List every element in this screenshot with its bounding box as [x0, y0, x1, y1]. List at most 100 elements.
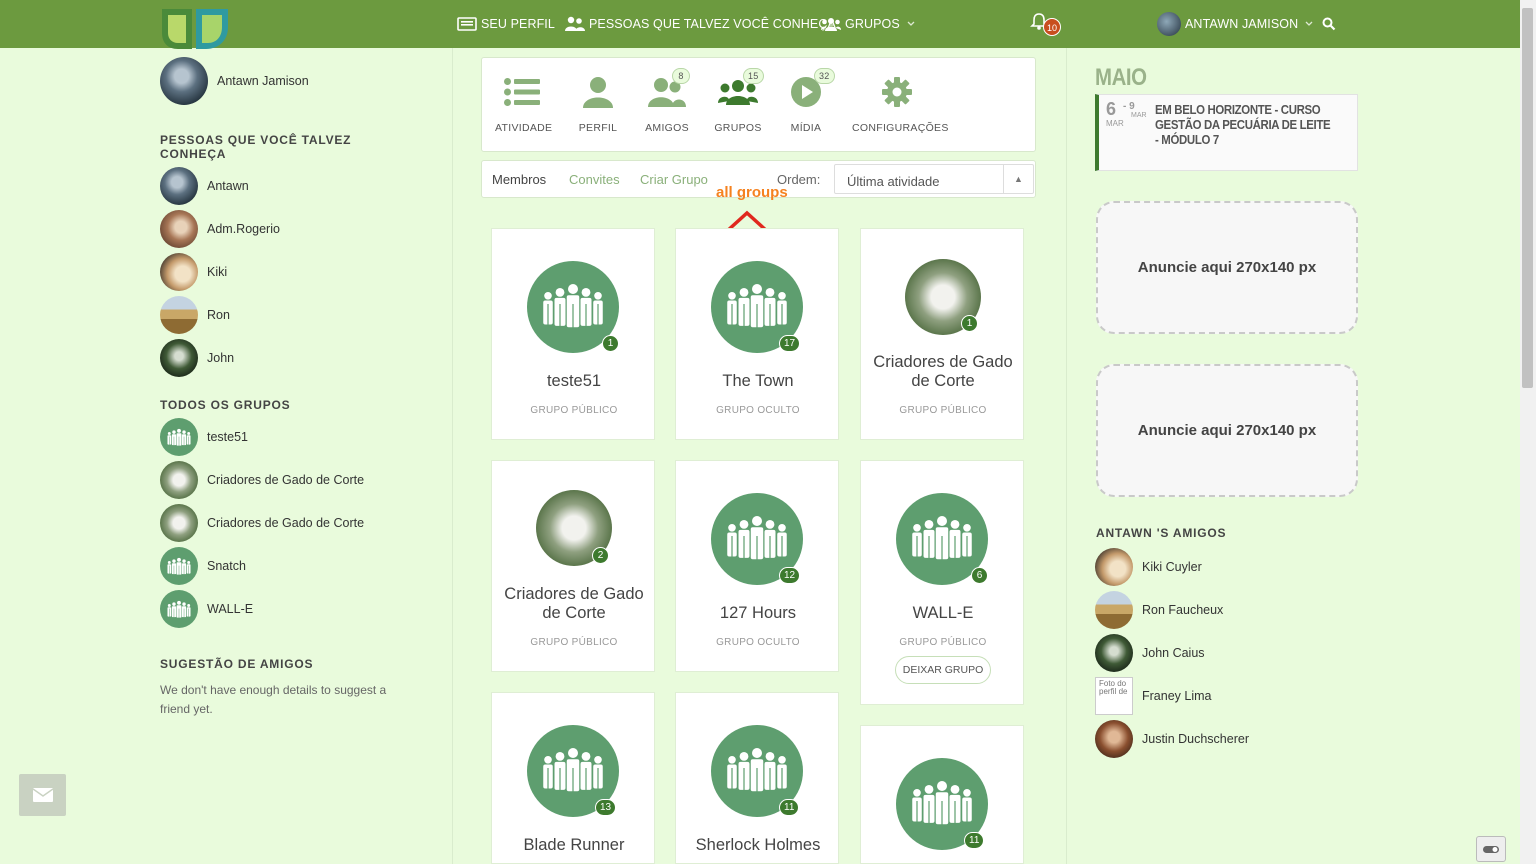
- nav-people-label: PESSOAS QUE TALVEZ VOCÊ CONHEÇA: [589, 17, 836, 31]
- tab-friends[interactable]: 8 AMIGOS: [642, 68, 692, 134]
- friend-item[interactable]: Kiki Cuyler: [1095, 545, 1355, 588]
- group-card[interactable]: 6 WALL-E GRUPO PÚBLICO DEIXAR GRUPO: [860, 460, 1024, 705]
- search-icon[interactable]: [1322, 17, 1336, 31]
- nav-people[interactable]: PESSOAS QUE TALVEZ VOCÊ CONHEÇA: [565, 0, 836, 48]
- group-name[interactable]: WALL-E: [207, 602, 253, 616]
- person-name[interactable]: Adm.Rogerio: [207, 222, 280, 236]
- filter-members-link[interactable]: Membros: [492, 172, 546, 187]
- person-avatar[interactable]: [160, 209, 198, 248]
- group-card-name[interactable]: The Town: [676, 372, 840, 391]
- envelope-icon: [32, 788, 53, 802]
- groups-heading: TODOS OS GRUPOS: [160, 398, 291, 412]
- group-card[interactable]: 13 Blade Runner: [491, 692, 655, 864]
- tab-groups[interactable]: 15 GRUPOS: [714, 68, 764, 134]
- group-card-name[interactable]: WALL-E: [861, 604, 1025, 623]
- member-count-badge: 6: [971, 567, 988, 584]
- chevron-down-icon: [907, 21, 915, 26]
- scrollbar-thumb[interactable]: [1522, 8, 1533, 388]
- create-group-link[interactable]: Criar Grupo: [640, 172, 708, 187]
- current-user-row[interactable]: Antawn Jamison: [160, 56, 420, 106]
- user-menu[interactable]: ANTAWN JAMISON: [1157, 0, 1320, 48]
- person-name[interactable]: Antawn: [207, 179, 249, 193]
- person-item[interactable]: Adm.Rogerio: [160, 207, 420, 250]
- group-item[interactable]: Criadores de Gado de Corte: [160, 501, 420, 544]
- group-type: GRUPO PÚBLICO: [530, 637, 618, 648]
- person-item[interactable]: Antawn: [160, 164, 420, 207]
- person-item[interactable]: Kiki: [160, 250, 420, 293]
- list-icon: [504, 78, 540, 106]
- person-avatar[interactable]: [160, 295, 198, 334]
- group-card-name[interactable]: 127 Hours: [676, 604, 840, 623]
- column-divider: [452, 48, 453, 864]
- suggest-heading: SUGESTÃO DE AMIGOS: [160, 657, 314, 671]
- group-avatar[interactable]: [160, 417, 198, 456]
- group-item[interactable]: Criadores de Gado de Corte: [160, 458, 420, 501]
- friend-item[interactable]: Justin Duchscherer: [1095, 717, 1355, 760]
- group-card[interactable]: 1 teste51 GRUPO PÚBLICO: [491, 228, 655, 440]
- broken-image-icon[interactable]: Foto do perfil de: [1095, 676, 1133, 715]
- group-card[interactable]: 1 Criadores de Gado de Corte GRUPO PÚBLICO: [860, 228, 1024, 440]
- friend-name[interactable]: Ron Faucheux: [1142, 603, 1223, 617]
- site-logo[interactable]: [160, 5, 230, 51]
- person-avatar[interactable]: [160, 252, 198, 291]
- group-item[interactable]: teste51: [160, 415, 420, 458]
- group-avatar[interactable]: [160, 503, 198, 542]
- group-item[interactable]: WALL-E: [160, 587, 420, 630]
- friend-item[interactable]: John Caius: [1095, 631, 1355, 674]
- group-card[interactable]: 11 Sherlock Holmes: [675, 692, 839, 864]
- group-card-name[interactable]: teste51: [492, 372, 656, 391]
- tab-activity[interactable]: ATIVIDADE: [495, 72, 552, 134]
- friend-avatar[interactable]: [1095, 633, 1133, 672]
- tab-settings[interactable]: CONFIGURAÇÕES: [852, 72, 948, 134]
- current-user-name[interactable]: Antawn Jamison: [217, 74, 309, 88]
- group-avatar[interactable]: [160, 460, 198, 499]
- style-toggle-button[interactable]: [1476, 836, 1506, 862]
- group-card[interactable]: 17 The Town GRUPO OCULTO: [675, 228, 839, 440]
- group-card-name[interactable]: Criadores de Gado de Corte: [861, 353, 1025, 391]
- filter-invites-link[interactable]: Convites: [569, 172, 620, 187]
- ad-placeholder[interactable]: Anuncie aqui 270x140 px: [1096, 201, 1358, 334]
- group-card[interactable]: 12 127 Hours GRUPO OCULTO: [675, 460, 839, 672]
- group-card[interactable]: 2 Criadores de Gado de Corte GRUPO PÚBLICO: [491, 460, 655, 672]
- order-select[interactable]: Última atividade ▲: [834, 164, 1034, 194]
- event-title[interactable]: EM BELO HORIZONTE - CURSO GESTÃO DA PECU…: [1155, 102, 1331, 147]
- nav-profile[interactable]: SEU PERFIL: [457, 0, 555, 48]
- group-card-name[interactable]: Blade Runner: [492, 836, 656, 855]
- group-card[interactable]: 11: [860, 725, 1024, 864]
- person-name[interactable]: Kiki: [207, 265, 227, 279]
- friend-name[interactable]: Franey Lima: [1142, 689, 1211, 703]
- group-people-icon: [726, 746, 788, 797]
- group-card-name[interactable]: Sherlock Holmes: [676, 836, 840, 855]
- group-card-name[interactable]: Criadores de Gado de Corte: [492, 585, 656, 623]
- friend-avatar[interactable]: [1095, 547, 1133, 586]
- person-name[interactable]: John: [207, 351, 234, 365]
- group-avatar[interactable]: [160, 546, 198, 585]
- friend-avatar[interactable]: [1095, 719, 1133, 758]
- person-item[interactable]: John: [160, 336, 420, 379]
- leave-group-button[interactable]: DEIXAR GRUPO: [895, 656, 991, 684]
- tab-profile[interactable]: PERFIL: [578, 72, 618, 134]
- friend-name[interactable]: John Caius: [1142, 646, 1205, 660]
- current-user-avatar[interactable]: [160, 57, 208, 105]
- person-name[interactable]: Ron: [207, 308, 230, 322]
- tab-media[interactable]: 32 MÍDIA: [786, 68, 835, 134]
- group-item[interactable]: Snatch: [160, 544, 420, 587]
- friend-item[interactable]: Foto do perfil de Franey Lima: [1095, 674, 1355, 717]
- message-button[interactable]: [19, 774, 66, 816]
- friends-list: Kiki Cuyler Ron Faucheux John Caius Foto do…: [1095, 545, 1355, 760]
- friend-avatar[interactable]: [1095, 590, 1133, 629]
- person-item[interactable]: Ron: [160, 293, 420, 336]
- group-name[interactable]: teste51: [207, 430, 248, 444]
- group-avatar[interactable]: [160, 589, 198, 628]
- friend-name[interactable]: Kiki Cuyler: [1142, 560, 1202, 574]
- nav-groups[interactable]: GRUPOS: [821, 0, 922, 48]
- event-item[interactable]: 6 MAR - 9 MAR EM BELO HORIZONTE - CURSO …: [1095, 94, 1358, 171]
- ad-placeholder[interactable]: Anuncie aqui 270x140 px: [1096, 364, 1358, 497]
- group-name[interactable]: Criadores de Gado de Corte: [207, 516, 364, 530]
- friend-name[interactable]: Justin Duchscherer: [1142, 732, 1249, 746]
- group-name[interactable]: Snatch: [207, 559, 246, 573]
- group-name[interactable]: Criadores de Gado de Corte: [207, 473, 364, 487]
- friend-item[interactable]: Ron Faucheux: [1095, 588, 1355, 631]
- person-avatar[interactable]: [160, 166, 198, 205]
- person-avatar[interactable]: [160, 338, 198, 377]
